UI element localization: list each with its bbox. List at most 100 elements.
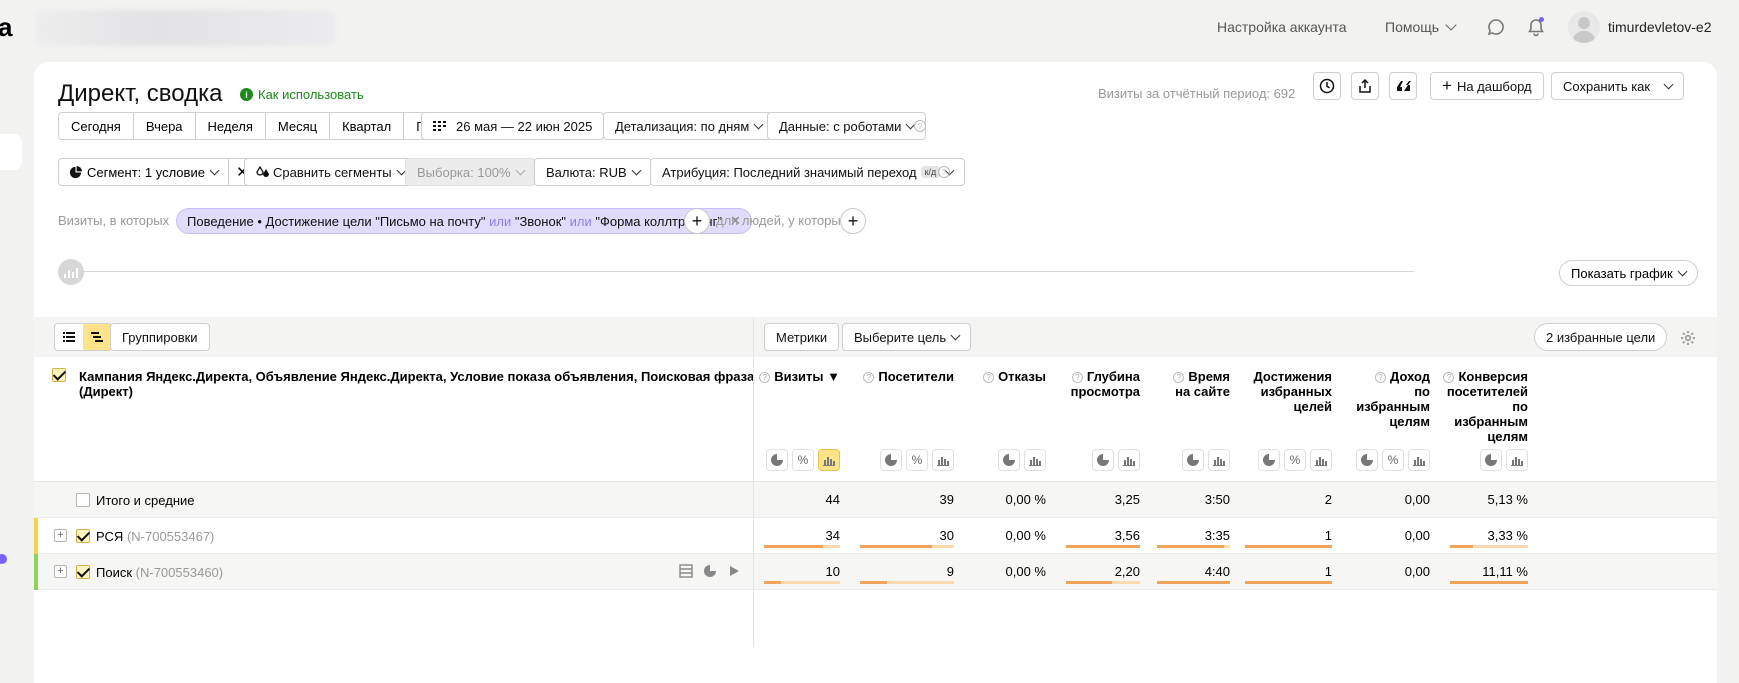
list-view-button[interactable] — [55, 324, 83, 350]
percent-icon[interactable]: % — [1382, 449, 1404, 471]
help-icon[interactable]: ? — [938, 166, 950, 178]
bell-icon[interactable] — [1526, 17, 1546, 37]
detail-dropdown[interactable]: Детализация: по дням — [603, 112, 775, 140]
row-name[interactable]: Поиск (N-700553460) — [96, 565, 223, 580]
period-month[interactable]: Месяц — [265, 113, 331, 139]
account-settings-link[interactable]: Настройка аккаунта — [1217, 19, 1347, 35]
help-icon[interactable]: ? — [914, 120, 926, 132]
data-dropdown[interactable]: Данные: с роботами — [767, 112, 927, 140]
compare-segments-dropdown[interactable]: Сравнить сегменты — [244, 158, 417, 186]
expand-row-button[interactable]: + — [54, 565, 67, 578]
select-all-checkbox[interactable] — [52, 368, 66, 382]
chevron-down-icon — [1445, 19, 1457, 31]
column-header-line: по — [1443, 399, 1528, 414]
pie-chart-icon[interactable] — [1480, 449, 1502, 471]
save-as-button[interactable]: Сохранить как — [1551, 72, 1663, 100]
column-header-6[interactable]: ? Доход по избранным целям — [1356, 369, 1430, 429]
chip-or-2: или — [569, 213, 592, 229]
play-icon[interactable] — [727, 564, 741, 578]
help-icon[interactable]: ? — [1375, 372, 1387, 383]
how-to-use-link[interactable]: i Как использовать — [240, 87, 364, 102]
to-dashboard-button[interactable]: + На дашборд — [1430, 72, 1544, 100]
groupings-button[interactable]: Группировки — [110, 323, 210, 351]
save-as-dropdown[interactable] — [1654, 72, 1684, 100]
favorite-goals-button[interactable]: 2 избранные цели — [1534, 323, 1668, 351]
row-checkbox[interactable] — [76, 565, 90, 579]
value-bar-fill — [1245, 581, 1332, 584]
help-icon[interactable]: ? — [1071, 372, 1083, 383]
goal-filter-chip[interactable]: Поведение • Достижение цели "Письмо на п… — [176, 208, 752, 234]
row-checkbox[interactable] — [76, 493, 90, 507]
column-header-7[interactable]: ? Конверсия посетителей по избранным целям — [1443, 369, 1528, 444]
segment-dropdown[interactable]: Сегмент: 1 условие — [59, 159, 228, 185]
help-icon[interactable]: ? — [759, 372, 771, 383]
bar-chart-icon[interactable] — [1506, 449, 1528, 471]
dimensions-header[interactable]: Кампания Яндекс.Директа, Объявление Янде… — [79, 369, 779, 399]
help-icon[interactable]: ? — [1173, 372, 1185, 383]
pie-chart-icon[interactable] — [880, 449, 902, 471]
logo[interactable]: a — [0, 12, 12, 43]
chat-icon[interactable] — [1486, 17, 1506, 37]
username[interactable]: timurdevletov-e2 — [1608, 19, 1712, 35]
row-name[interactable]: РСЯ (N-700553467) — [96, 529, 214, 544]
bar-chart-icon[interactable] — [818, 449, 840, 471]
help-icon[interactable]: ? — [1443, 372, 1455, 383]
list-icon — [63, 332, 75, 342]
avatar[interactable] — [1568, 11, 1600, 43]
add-people-condition-button[interactable]: + — [840, 208, 866, 234]
expand-row-button[interactable]: + — [54, 529, 67, 542]
period-quarter[interactable]: Квартал — [330, 113, 405, 139]
pie-icon — [69, 165, 82, 178]
column-header-0[interactable]: ? Визиты ▼ — [759, 369, 840, 384]
table-row[interactable]: + Поиск (N-700553460) 10 9 0,00 % 2,20 4:40 1… — [34, 554, 1717, 590]
column-header-3[interactable]: ? Глубина просмотра — [1071, 369, 1140, 399]
bar-chart-icon[interactable] — [1310, 449, 1332, 471]
help-icon[interactable]: ? — [983, 372, 995, 383]
column-header-5[interactable]: Достижения избранных целей — [1254, 369, 1332, 414]
blurred-counter-selector[interactable] — [36, 10, 336, 46]
gear-icon[interactable] — [1680, 330, 1696, 346]
choose-goal-dropdown[interactable]: Выберите цель — [842, 323, 972, 351]
bar-chart-icon[interactable] — [932, 449, 954, 471]
column-header-2[interactable]: ? Отказы — [983, 369, 1046, 384]
currency-dropdown[interactable]: Валюта: RUB — [534, 158, 652, 186]
percent-icon[interactable]: % — [792, 449, 814, 471]
table-row[interactable]: + РСЯ (N-700553467) 34 30 0,00 % 3,56 3:35 1 0… — [34, 518, 1717, 554]
period-today[interactable]: Сегодня — [59, 113, 134, 139]
date-range-picker[interactable]: 26 мая — 22 июн 2025 — [421, 112, 605, 140]
show-graph-button[interactable]: Показать график — [1559, 260, 1698, 286]
export-button[interactable] — [1351, 72, 1379, 100]
row-checkbox[interactable] — [76, 529, 90, 543]
column-header-1[interactable]: ? Посетители — [863, 369, 954, 384]
bar-chart-icon[interactable] — [1408, 449, 1430, 471]
metrics-button[interactable]: Метрики — [764, 323, 840, 351]
percent-icon[interactable]: % — [906, 449, 928, 471]
bar-chart-icon[interactable] — [58, 259, 84, 285]
quote-button[interactable] — [1389, 72, 1417, 100]
pie-chart-icon[interactable] — [998, 449, 1020, 471]
column-header-4[interactable]: ? Время на сайте — [1173, 369, 1230, 399]
pie-icon[interactable] — [703, 564, 717, 578]
page-title: Директ, сводка — [58, 80, 223, 107]
pie-chart-icon[interactable] — [1258, 449, 1280, 471]
table-cell: 39 — [939, 492, 954, 507]
pie-chart-icon[interactable] — [766, 449, 788, 471]
period-yesterday[interactable]: Вчера — [133, 113, 196, 139]
sample-dropdown: Выборка: 100% — [405, 158, 536, 186]
table-icon[interactable] — [679, 564, 693, 578]
tree-view-button[interactable] — [83, 324, 111, 350]
chip-text-2: "Звонок" — [514, 213, 566, 229]
attribution-dropdown[interactable]: Атрибуция: Последний значимый переход к/д — [650, 158, 966, 186]
pie-chart-icon[interactable] — [1356, 449, 1378, 471]
add-visit-condition-button[interactable]: + — [684, 208, 710, 234]
bar-chart-icon[interactable] — [1118, 449, 1140, 471]
history-button[interactable] — [1313, 72, 1341, 100]
pie-chart-icon[interactable] — [1182, 449, 1204, 471]
pie-chart-icon[interactable] — [1092, 449, 1114, 471]
help-menu[interactable]: Помощь — [1385, 19, 1457, 35]
bar-chart-icon[interactable] — [1024, 449, 1046, 471]
help-icon[interactable]: ? — [863, 372, 875, 383]
percent-icon[interactable]: % — [1284, 449, 1306, 471]
period-week[interactable]: Неделя — [195, 113, 266, 139]
bar-chart-icon[interactable] — [1208, 449, 1230, 471]
